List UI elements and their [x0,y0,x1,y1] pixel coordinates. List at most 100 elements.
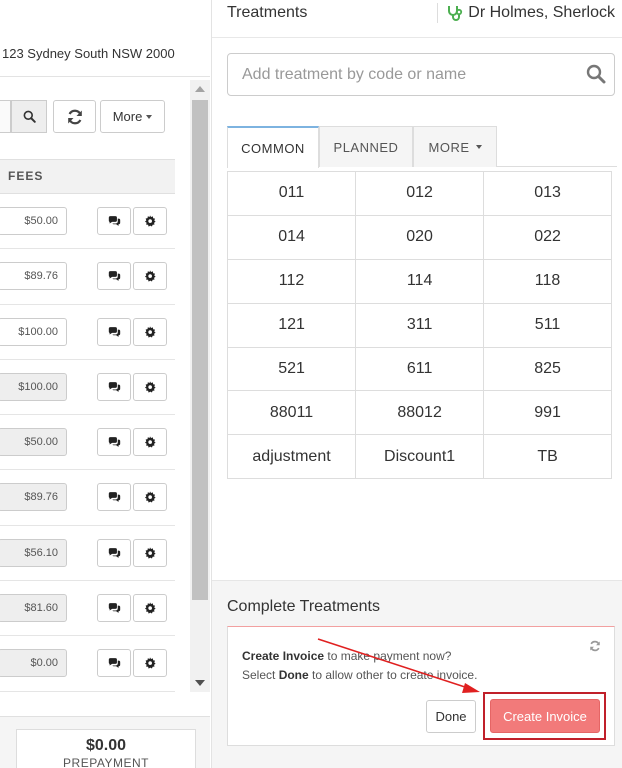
table-row: 014 020 022 [226,214,612,260]
treatment-code-cell[interactable]: 020 [355,214,485,260]
table-row: 521 611 825 [226,346,612,392]
settings-button[interactable] [133,594,167,623]
treatment-code-cell[interactable]: adjustment [226,434,357,480]
settings-button[interactable] [133,649,167,678]
create-invoice-emphasis: Create Invoice [242,649,325,663]
caret-down-icon [146,114,153,119]
tab-planned[interactable]: PLANNED [319,126,413,167]
fee-amount-input: $81.60 [0,594,67,623]
table-row: $0.00 [0,636,175,692]
table-row: 121 311 511 [226,302,612,348]
left-footer: $0.00 PREPAYMENT [0,716,210,768]
treatment-code-cell[interactable]: 014 [226,214,357,260]
create-invoice-button[interactable]: Create Invoice [490,699,600,733]
fee-amount-input[interactable]: $89.76 [0,262,67,291]
refresh-button[interactable] [53,100,96,133]
fee-amount-input: $100.00 [0,372,67,401]
gear-icon [144,602,156,614]
fee-amount-input: $89.76 [0,483,67,512]
comment-icon [108,382,120,392]
tab-common[interactable]: COMMON [227,126,319,168]
gear-icon [144,491,156,504]
settings-button[interactable] [133,483,167,512]
comment-button[interactable] [97,428,131,457]
comment-button[interactable] [97,262,131,291]
treatment-code-cell[interactable]: 311 [355,302,485,348]
treatment-code-cell[interactable]: 991 [483,390,612,436]
table-row: 011 012 013 [226,171,612,216]
treatment-code-cell[interactable]: 521 [226,346,357,392]
treatment-search-input[interactable] [228,54,578,95]
treatment-tabs: COMMON PLANNED MORE [227,126,617,168]
search-icon[interactable] [586,64,606,84]
complete-treatments-title: Complete Treatments [227,598,380,615]
divider [0,76,210,77]
divider [437,3,439,23]
complete-treatments-section: Complete Treatments Create Invoice to ma… [212,580,622,768]
patient-address: 123 Sydney South NSW 2000 [2,46,175,61]
treatment-code-cell[interactable]: 013 [483,171,612,216]
table-row: adjustment Discount1 TB [226,434,612,480]
settings-button[interactable] [133,262,167,291]
scroll-up-arrow-icon[interactable] [195,86,205,92]
gear-icon [144,547,156,559]
more-dropdown-button[interactable]: More [100,100,165,133]
scrollbar-thumb[interactable] [192,100,208,600]
gear-icon [144,657,156,669]
treatments-title: Treatments [227,4,308,21]
tab-more-label: MORE [428,139,470,155]
settings-button[interactable] [133,538,167,567]
treatment-code-cell[interactable]: 611 [355,346,485,392]
table-row: $100.00 [0,360,175,416]
doctor-selector[interactable]: Dr Holmes, Sherlock [437,3,615,23]
table-row: $50.00 [0,415,175,471]
comment-button[interactable] [97,317,131,346]
comment-button[interactable] [97,372,131,401]
treatment-code-cell[interactable]: 88011 [226,390,357,436]
doctor-name: Dr Holmes, Sherlock [468,4,615,21]
tab-planned-label: PLANNED [333,139,399,155]
refresh-icon [67,109,82,124]
scroll-down-arrow-icon[interactable] [195,680,205,686]
refresh-icon[interactable] [588,639,602,653]
comment-button[interactable] [97,594,131,623]
fees-search-button[interactable] [11,100,47,133]
treatment-code-cell[interactable]: 825 [483,346,612,392]
treatment-code-grid: 011 012 013 014 020 022 112 114 118 121 311 511 521 6… [226,171,612,480]
treatment-code-cell[interactable]: Discount1 [355,434,485,480]
fee-amount-input[interactable]: $100.00 [0,317,67,346]
treatment-code-cell[interactable]: 121 [226,302,357,348]
treatment-code-cell[interactable]: 88012 [355,390,485,436]
fee-amount-input[interactable]: $50.00 [0,207,67,235]
treatment-code-cell[interactable]: 114 [355,258,485,304]
comment-icon [108,603,120,613]
treatment-code-cell[interactable]: 118 [483,258,612,304]
comment-icon [108,547,120,558]
fee-amount-input: $0.00 [0,649,67,678]
treatment-code-cell[interactable]: 022 [483,214,612,260]
comment-icon [108,216,120,226]
settings-button[interactable] [133,207,167,235]
treatment-code-cell[interactable]: 112 [226,258,357,304]
done-button[interactable]: Done [426,700,476,733]
treatment-code-cell[interactable]: 011 [226,171,357,216]
prepayment-summary: $0.00 PREPAYMENT [16,729,196,768]
treatment-code-cell[interactable]: 511 [483,302,612,348]
comment-button[interactable] [97,483,131,512]
tab-more[interactable]: MORE [413,126,497,167]
comment-button[interactable] [97,649,131,678]
comment-button[interactable] [97,538,131,567]
search-icon [23,110,36,123]
comment-button[interactable] [97,207,131,235]
treatment-code-cell[interactable]: 012 [355,171,485,216]
settings-button[interactable] [133,317,167,346]
table-row: $89.76 [0,249,175,305]
settings-button[interactable] [133,372,167,401]
fees-search-input[interactable] [0,100,11,133]
prompt-text: Select [242,668,279,682]
treatment-code-cell[interactable]: TB [483,434,612,480]
settings-button[interactable] [133,428,167,457]
scrollbar[interactable] [190,80,210,692]
prompt-text: to allow other to create invoice. [308,668,478,682]
treatment-search [227,53,615,96]
